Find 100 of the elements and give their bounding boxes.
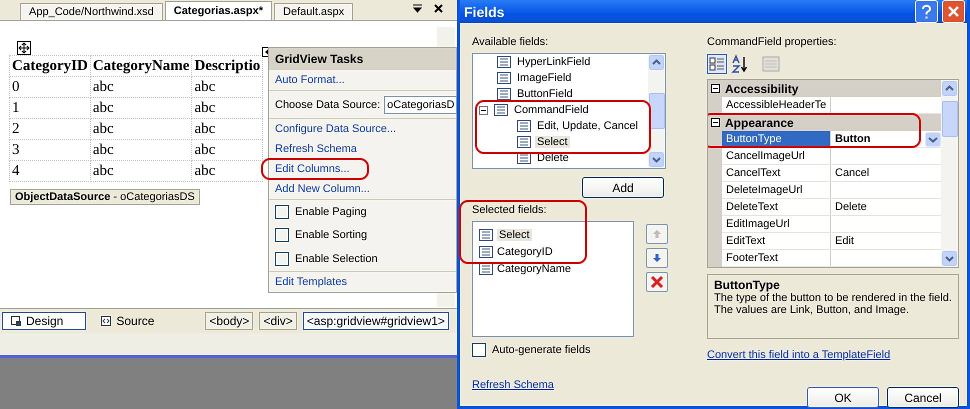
description-text: The type of the button to be rendered in the field. The values are Link, Button, and Image. <box>714 292 952 316</box>
ok-button[interactable]: OK <box>807 387 879 408</box>
scroll-up-icon[interactable] <box>942 81 957 96</box>
property-value[interactable]: Delete <box>835 201 867 213</box>
property-value[interactable]: Cancel <box>835 167 870 179</box>
list-item[interactable]: CategoryID <box>497 246 553 258</box>
table-cell: abc <box>90 98 192 118</box>
tree-item[interactable]: HyperLinkField <box>515 56 592 68</box>
move-up-button[interactable] <box>646 224 668 244</box>
column-header: CategoryID <box>10 56 90 76</box>
dropdown-icon[interactable] <box>925 132 941 146</box>
tag-breadcrumb[interactable]: <div> <box>259 312 297 330</box>
property-name[interactable]: DeleteImageUrl <box>722 182 831 198</box>
dropdown-icon[interactable] <box>413 4 422 13</box>
field-icon <box>496 71 512 85</box>
convert-link[interactable]: Convert this field into a TemplateField <box>707 349 890 361</box>
remove-button[interactable] <box>646 272 668 292</box>
design-view-icon <box>11 316 21 326</box>
property-name[interactable]: ButtonType <box>722 131 831 147</box>
table-cell: abc <box>90 76 192 98</box>
property-name[interactable]: AccessibleHeaderTe <box>722 97 831 113</box>
description-title: ButtonType <box>714 278 781 292</box>
property-name[interactable]: DeleteText <box>722 199 831 215</box>
help-icon[interactable] <box>915 0 938 23</box>
view-tab[interactable]: Source <box>92 312 164 330</box>
table-cell: abc <box>192 76 263 98</box>
cancel-button[interactable]: Cancel <box>887 387 959 408</box>
tree-item[interactable]: Select <box>535 136 570 148</box>
move-down-button[interactable] <box>646 248 668 268</box>
scroll-thumb[interactable] <box>942 100 958 136</box>
checkbox[interactable] <box>275 204 289 219</box>
up-arrow-icon <box>652 229 662 239</box>
tree-item[interactable]: ButtonField <box>515 88 575 100</box>
task-link[interactable]: Edit Columns... <box>275 162 350 175</box>
refresh-schema-link[interactable]: Refresh Schema <box>472 379 554 391</box>
task-link[interactable]: Auto Format... <box>275 74 345 86</box>
close-icon[interactable] <box>434 4 443 13</box>
task-link[interactable]: Edit Templates <box>275 276 347 288</box>
task-link[interactable]: Refresh Schema <box>275 143 357 156</box>
tree-item[interactable]: ImageField <box>515 72 574 84</box>
scroll-up-icon[interactable] <box>649 55 664 70</box>
checkbox-label: Enable Paging <box>295 206 367 218</box>
property-name[interactable]: EditText <box>722 233 831 249</box>
list-item[interactable]: Select <box>497 228 532 240</box>
source-view-icon <box>101 316 112 326</box>
property-value[interactable]: Edit <box>835 235 854 247</box>
checkbox-label: Enable Sorting <box>295 229 368 242</box>
tree-item[interactable]: Delete <box>535 152 571 164</box>
category-header: Appearance <box>725 116 794 130</box>
delete-icon <box>650 275 664 289</box>
list-item[interactable]: CategoryName <box>497 262 571 274</box>
data-source-control: ObjectDataSource - oCategoriasDS <box>10 189 200 205</box>
tree-item[interactable]: CommandField <box>512 104 591 116</box>
field-label: Available fields: <box>472 36 550 50</box>
view-tab[interactable]: Design <box>2 312 86 330</box>
sort-alphabetical-icon[interactable] <box>731 54 749 74</box>
scroll-down-icon[interactable] <box>649 152 664 167</box>
add-button[interactable]: Add <box>582 177 664 198</box>
panel-title: GridView Tasks <box>269 48 456 70</box>
scroll-thumb[interactable] <box>648 93 664 129</box>
field-icon <box>478 262 494 276</box>
property-name[interactable]: FooterText <box>722 250 831 266</box>
table-cell: abc <box>192 160 263 182</box>
checkbox-label: Auto-generate fields <box>492 344 590 356</box>
column-header: Descriptio <box>192 56 263 76</box>
table-cell: 3 <box>10 140 90 160</box>
scroll-down-icon[interactable] <box>942 251 957 266</box>
categorized-icon[interactable] <box>707 54 727 74</box>
table-cell: abc <box>90 118 192 140</box>
field-label: Choose Data Source: <box>275 98 380 111</box>
table-cell: abc <box>90 140 192 160</box>
category-header: Accessibility <box>725 82 798 96</box>
property-name[interactable]: CancelText <box>722 165 831 181</box>
field-icon <box>516 135 532 149</box>
collapse-icon[interactable] <box>711 84 720 93</box>
document-tab[interactable]: App_Code/Northwind.xsd <box>20 3 163 20</box>
checkbox[interactable] <box>472 343 486 357</box>
table-cell: 0 <box>10 76 90 98</box>
move-handle-icon[interactable] <box>17 41 31 55</box>
window-title: Fields <box>464 4 506 20</box>
field-icon <box>496 87 512 101</box>
field-icon <box>493 103 509 117</box>
data-source-dropdown[interactable]: oCategoriasD <box>384 96 457 114</box>
property-name[interactable]: EditImageUrl <box>722 216 831 232</box>
document-tab[interactable]: Categorias.aspx* <box>164 1 272 20</box>
collapse-icon[interactable] <box>479 106 488 114</box>
checkbox[interactable] <box>275 252 289 266</box>
collapse-icon[interactable] <box>711 118 720 127</box>
tag-breadcrumb[interactable]: <asp:gridview#gridview1> <box>302 312 449 330</box>
table-cell: abc <box>90 160 192 182</box>
tree-item[interactable]: Edit, Update, Cancel <box>535 120 640 132</box>
task-link[interactable]: Configure Data Source... <box>275 123 396 136</box>
property-value[interactable]: Button <box>835 133 870 145</box>
checkbox[interactable] <box>275 228 289 242</box>
property-name[interactable]: CancelImageUrl <box>722 148 831 164</box>
task-link[interactable]: Add New Column... <box>275 182 370 195</box>
table-cell: abc <box>192 98 263 118</box>
table-cell: 2 <box>10 118 90 140</box>
tag-breadcrumb[interactable]: <body> <box>205 312 254 330</box>
document-tab[interactable]: Default.aspx <box>274 3 354 20</box>
